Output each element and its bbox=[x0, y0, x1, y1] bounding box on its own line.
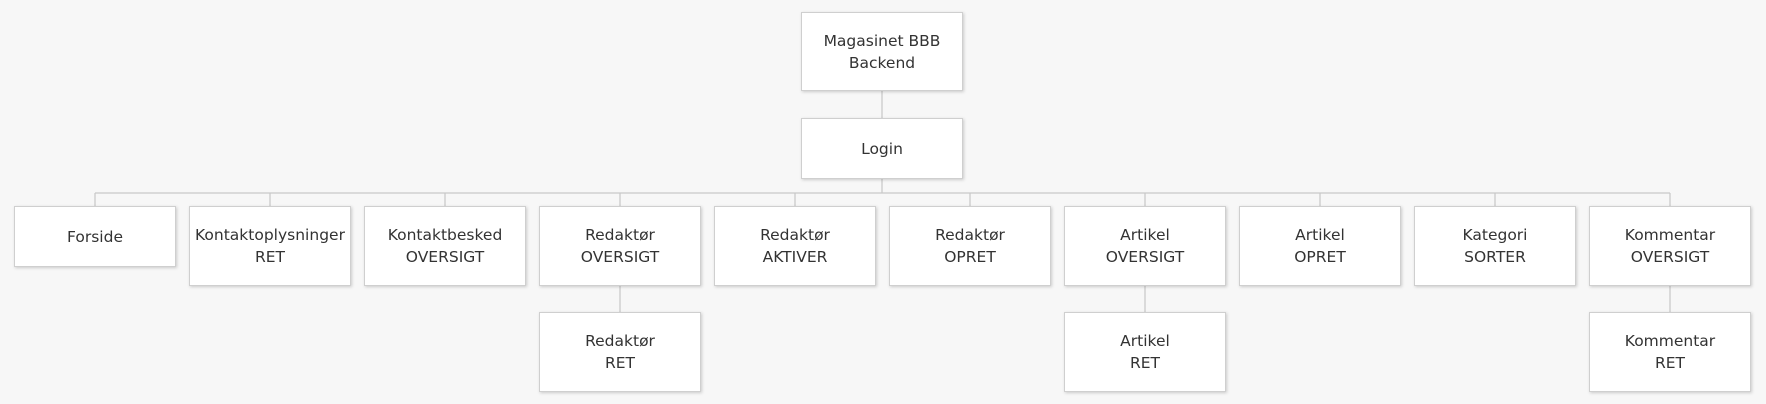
node-label-line2: OVERSIGT bbox=[1105, 248, 1185, 266]
node-artikel-opret[interactable]: Artikel OPRET bbox=[1239, 206, 1401, 286]
node-label-line1: Artikel bbox=[1295, 226, 1345, 244]
node-label-line2: RET bbox=[254, 248, 286, 266]
node-label-line2: OVERSIGT bbox=[405, 248, 485, 266]
node-artikel-oversigt[interactable]: Artikel OVERSIGT bbox=[1064, 206, 1226, 286]
node-kontaktbesked-oversigt[interactable]: Kontaktbesked OVERSIGT bbox=[364, 206, 526, 286]
node-label-line1: Login bbox=[861, 139, 903, 158]
node-magasinet-bbb-backend[interactable]: Magasinet BBB Backend bbox=[801, 12, 963, 91]
node-label-line1: Kontaktoplysninger bbox=[195, 226, 345, 244]
node-kontaktoplysninger-ret[interactable]: Kontaktoplysninger RET bbox=[189, 206, 351, 286]
node-label-line1: Redaktør bbox=[935, 226, 1005, 244]
sitemap-diagram: Magasinet BBB Backend Login Forside Kont… bbox=[0, 0, 1766, 404]
node-forside[interactable]: Forside bbox=[14, 206, 176, 267]
node-redaktor-opret[interactable]: Redaktør OPRET bbox=[889, 206, 1051, 286]
node-label-line2: AKTIVER bbox=[762, 248, 828, 266]
node-label-line1: Kommentar bbox=[1624, 226, 1716, 244]
node-label-line1: Kategori bbox=[1462, 226, 1528, 244]
node-label-line1: Redaktør bbox=[585, 332, 655, 350]
node-label-line1: Artikel bbox=[1120, 332, 1170, 350]
node-label-line2: OVERSIGT bbox=[1630, 248, 1710, 266]
node-kommentar-oversigt[interactable]: Kommentar OVERSIGT bbox=[1589, 206, 1751, 286]
node-label-line2: SORTER bbox=[1464, 248, 1526, 266]
node-label-line2: OPRET bbox=[944, 248, 996, 266]
node-label-line2: OPRET bbox=[1294, 248, 1346, 266]
node-login[interactable]: Login bbox=[801, 118, 963, 179]
node-label-line1: Redaktør bbox=[760, 226, 830, 244]
node-label-line2: Backend bbox=[848, 53, 916, 72]
node-label-line1: Artikel bbox=[1120, 226, 1170, 244]
node-label-line2: RET bbox=[604, 354, 636, 372]
node-kategori-sorter[interactable]: Kategori SORTER bbox=[1414, 206, 1576, 286]
node-label-line1: Magasinet BBB bbox=[823, 31, 941, 50]
node-redaktor-aktiver[interactable]: Redaktør AKTIVER bbox=[714, 206, 876, 286]
node-label-line1: Forside bbox=[67, 227, 123, 246]
node-label-line2: OVERSIGT bbox=[580, 248, 660, 266]
node-kommentar-ret[interactable]: Kommentar RET bbox=[1589, 312, 1751, 392]
node-redaktor-oversigt[interactable]: Redaktør OVERSIGT bbox=[539, 206, 701, 286]
node-label-line2: RET bbox=[1129, 354, 1161, 372]
node-label-line1: Kontaktbesked bbox=[387, 226, 503, 244]
node-redaktor-ret[interactable]: Redaktør RET bbox=[539, 312, 701, 392]
node-label-line1: Kommentar bbox=[1624, 332, 1716, 350]
node-label-line1: Redaktør bbox=[585, 226, 655, 244]
node-artikel-ret[interactable]: Artikel RET bbox=[1064, 312, 1226, 392]
node-label-line2: RET bbox=[1654, 354, 1686, 372]
